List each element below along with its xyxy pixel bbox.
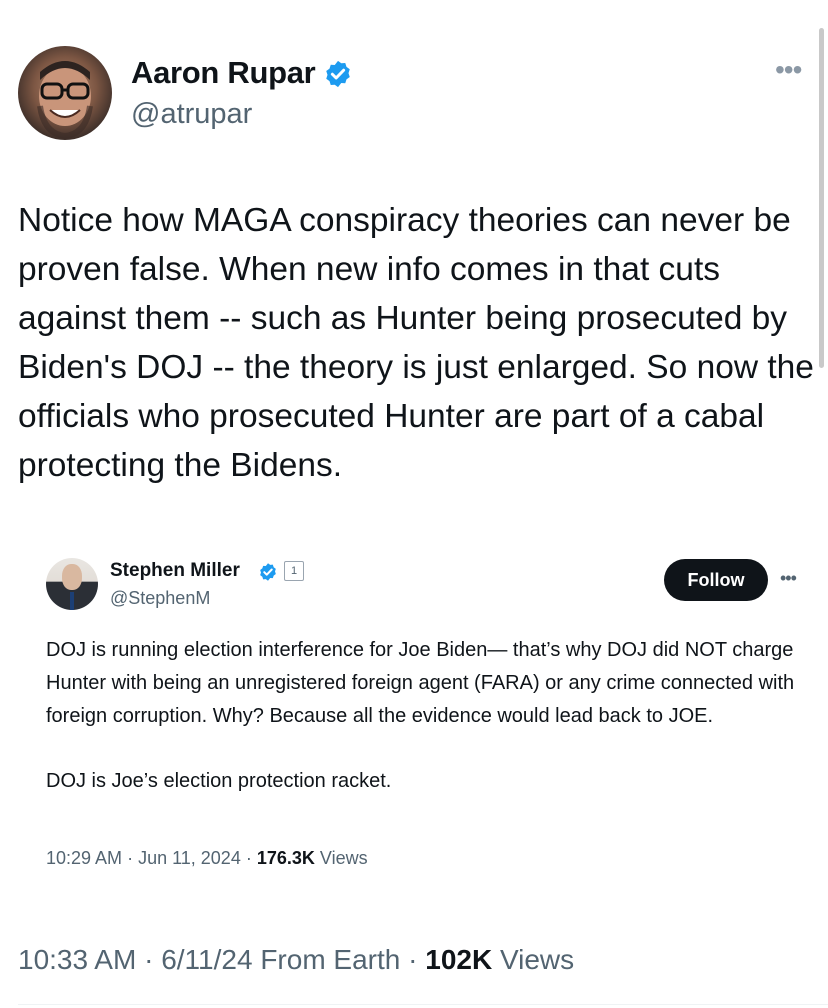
quoted-author-name[interactable]: Stephen Miller — [110, 560, 240, 582]
verified-badge-icon — [260, 563, 276, 581]
affiliation-badge-icon: 1 — [284, 561, 304, 581]
tweet-meta: 10:33 AM · 6/11/24 From Earth · 102K Vie… — [18, 944, 574, 976]
tweet-time[interactable]: 10:33 AM — [18, 944, 136, 975]
quoted-author-avatar[interactable] — [46, 558, 98, 610]
verified-badge-icon — [326, 60, 350, 88]
quoted-author-handle[interactable]: @StephenM — [110, 588, 210, 609]
separator-dot: · — [127, 848, 139, 868]
quoted-paragraph: DOJ is Joe’s election protection racket. — [46, 770, 392, 792]
quoted-tweet-meta: 10:29 AM · Jun 11, 2024 · 176.3K Views — [46, 848, 368, 869]
separator-dot: · — [408, 944, 426, 975]
quoted-time[interactable]: 10:29 AM — [46, 848, 122, 868]
separator-dot: · — [245, 848, 257, 868]
avatar-face-icon — [37, 61, 93, 140]
avatar-face — [62, 564, 82, 590]
quoted-views-count: 176.3K — [256, 848, 315, 868]
divider — [18, 1004, 828, 1005]
tweet-text: Notice how MAGA conspiracy theories can … — [18, 202, 814, 484]
tweet-views-count: 102K — [425, 944, 493, 975]
tweet-date[interactable]: 6/11/24 — [161, 944, 252, 975]
author-name[interactable]: Aaron Rupar — [131, 55, 316, 91]
author-avatar[interactable] — [18, 46, 112, 140]
scrollbar[interactable] — [819, 28, 824, 368]
quoted-paragraph: DOJ is running election interference for… — [46, 639, 795, 727]
tweet-views-label: Views — [499, 944, 575, 975]
author-handle[interactable]: @atrupar — [131, 98, 252, 131]
quoted-date[interactable]: Jun 11, 2024 — [138, 848, 241, 868]
quoted-tweet-card[interactable]: Stephen Miller 1 @StephenM Follow ••• DO… — [24, 538, 820, 888]
quoted-tweet-text: DOJ is running election interference for… — [46, 634, 806, 798]
more-horizontal-icon[interactable]: ••• — [775, 56, 802, 84]
quoted-views-label: Views — [319, 848, 368, 868]
quoted-more-horizontal-icon[interactable]: ••• — [780, 568, 797, 589]
separator-dot: · — [144, 944, 162, 975]
tweet-source: From Earth — [260, 944, 401, 975]
follow-button[interactable]: Follow — [664, 559, 768, 601]
avatar-tie — [70, 592, 74, 610]
